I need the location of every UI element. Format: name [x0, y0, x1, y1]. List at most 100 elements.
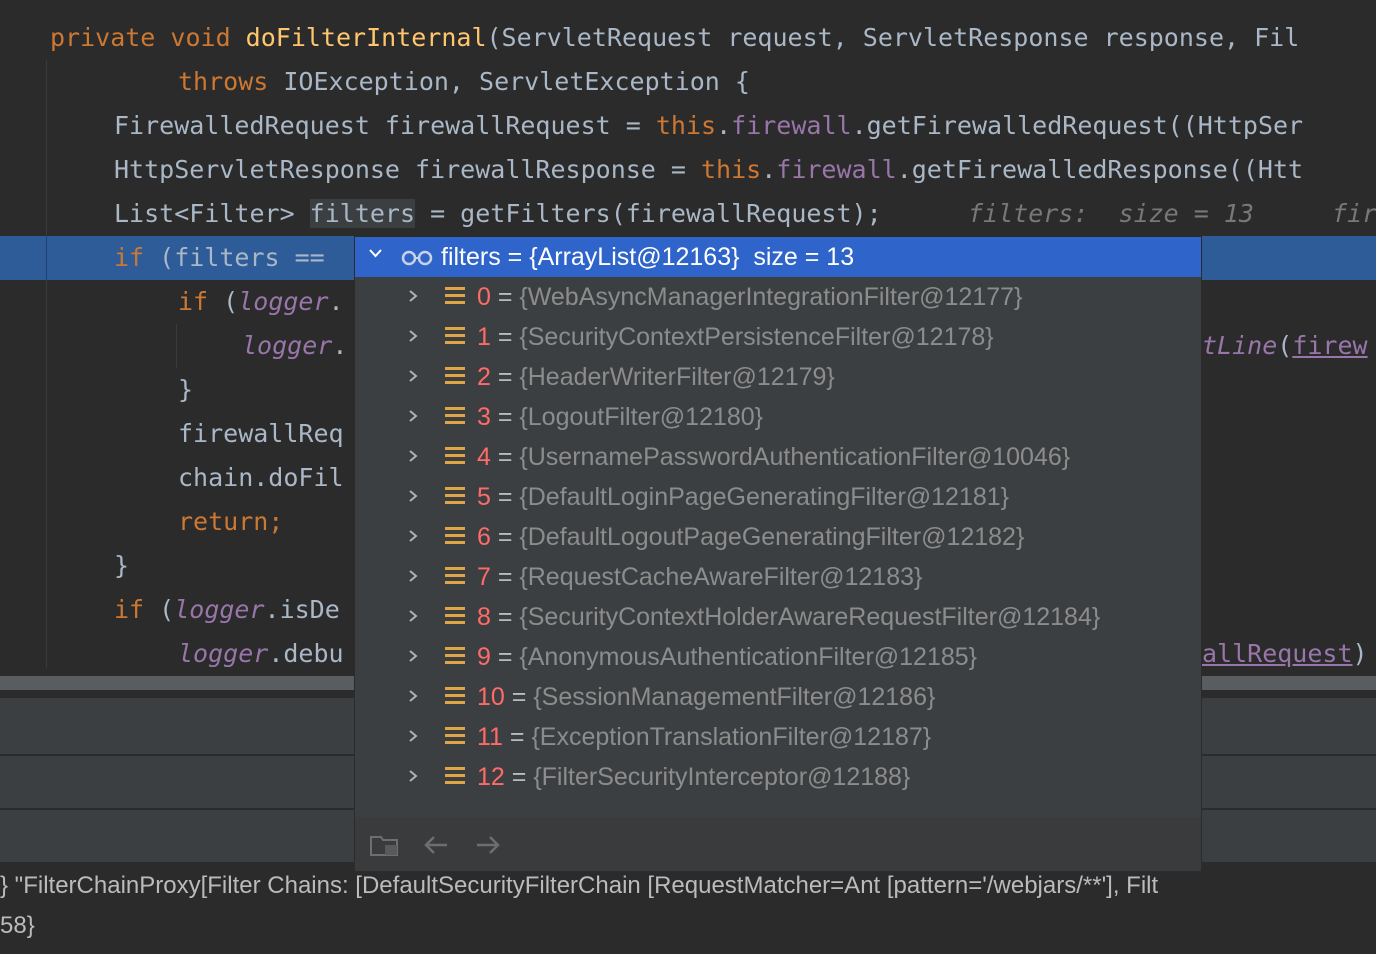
code-line-7: if (logger. [178, 287, 344, 316]
variable-tree-row[interactable]: 10 = {SessionManagementFilter@12186} [355, 677, 1201, 717]
item-value: {SessionManagementFilter@12186} [533, 683, 936, 711]
code-line-1: private void doFilterInternal(ServletReq… [50, 23, 1300, 52]
field-icon [445, 526, 465, 546]
field-icon [445, 686, 465, 706]
item-value: {FilterSecurityInterceptor@12188} [533, 763, 911, 791]
chevron-right-icon[interactable] [407, 530, 419, 542]
chevron-right-icon[interactable] [407, 690, 419, 702]
item-value: {HeaderWriterFilter@12179} [519, 363, 835, 391]
code-line-14: if (logger.isDe [114, 595, 340, 624]
filters-variable[interactable]: filters [309, 199, 416, 228]
field-icon [445, 286, 465, 306]
variable-entry-text: 9 = {AnonymousAuthenticationFilter@12185… [477, 643, 978, 671]
variable-tree-row[interactable]: 9 = {AnonymousAuthenticationFilter@12185… [355, 637, 1201, 677]
item-index: 6 [477, 523, 491, 551]
item-index: 10 [477, 683, 505, 711]
field-icon [445, 406, 465, 426]
variable-tree-row[interactable]: 12 = {FilterSecurityInterceptor@12188} [355, 757, 1201, 797]
item-value: {SecurityContextPersistenceFilter@12178} [519, 323, 994, 351]
item-index: 11 [477, 723, 503, 751]
item-index: 4 [477, 443, 491, 471]
variable-tree-row[interactable]: 5 = {DefaultLoginPageGeneratingFilter@12… [355, 477, 1201, 517]
item-index: 7 [477, 563, 491, 591]
code-line-3: FirewalledRequest firewallRequest = this… [114, 111, 1304, 140]
code-line-8-right: tLine(firew [1202, 331, 1368, 360]
chevron-right-icon[interactable] [407, 330, 419, 342]
indent-guide [176, 324, 177, 368]
variable-tree-row[interactable]: 8 = {SecurityContextHolderAwareRequestFi… [355, 597, 1201, 637]
code-line-4: HttpServletResponse firewallResponse = t… [114, 155, 1304, 184]
code-line-2: throws IOException, ServletException { [178, 67, 750, 96]
variable-entry-text: 12 = {FilterSecurityInterceptor@12188} [477, 763, 911, 791]
code-line-10: firewallReq [178, 419, 344, 448]
chevron-right-icon[interactable] [407, 730, 419, 742]
variable-entry-text: 1 = {SecurityContextPersistenceFilter@12… [477, 323, 994, 351]
item-index: 3 [477, 403, 491, 431]
code-line-12: return; [178, 507, 284, 536]
inline-debug-hint-2: fir [1332, 199, 1376, 228]
variable-entry-text: 0 = {WebAsyncManagerIntegrationFilter@12… [477, 283, 1023, 311]
back-arrow-icon[interactable] [421, 831, 451, 859]
chevron-right-icon[interactable] [407, 290, 419, 302]
indent-guide [46, 60, 47, 668]
code-line-15-right: allRequest) [1202, 639, 1368, 668]
debug-variable-popup[interactable]: filters = {ArrayList@12163} size = 13 0 … [354, 236, 1202, 872]
field-icon [445, 486, 465, 506]
inline-debug-hint: filters: size = 13 [968, 199, 1254, 228]
chevron-right-icon[interactable] [407, 490, 419, 502]
popup-header-row[interactable]: filters = {ArrayList@12163} size = 13 [355, 237, 1201, 277]
variable-entry-text: 5 = {DefaultLoginPageGeneratingFilter@12… [477, 483, 1010, 511]
chevron-right-icon[interactable] [407, 770, 419, 782]
popup-footer [355, 817, 1201, 871]
watch-glasses-icon [401, 250, 433, 266]
variable-entry-text: 3 = {LogoutFilter@12180} [477, 403, 764, 431]
item-value: {SecurityContextHolderAwareRequestFilter… [519, 603, 1101, 631]
variable-tree-row[interactable]: 7 = {RequestCacheAwareFilter@12183} [355, 557, 1201, 597]
item-index: 8 [477, 603, 491, 631]
variable-tree-row[interactable]: 0 = {WebAsyncManagerIntegrationFilter@12… [355, 277, 1201, 317]
variable-tree-row[interactable]: 2 = {HeaderWriterFilter@12179} [355, 357, 1201, 397]
variable-entry-text: 11 = {ExceptionTranslationFilter@12187} [477, 723, 932, 751]
code-line-9: } [178, 375, 194, 404]
chevron-down-icon[interactable] [369, 247, 382, 260]
chevron-right-icon[interactable] [407, 650, 419, 662]
variable-entry-text: 7 = {RequestCacheAwareFilter@12183} [477, 563, 923, 591]
variable-entry-text: 4 = {UsernamePasswordAuthenticationFilte… [477, 443, 1071, 471]
item-value: {LogoutFilter@12180} [519, 403, 764, 431]
item-index: 1 [477, 323, 491, 351]
field-icon [445, 446, 465, 466]
field-icon [445, 326, 465, 346]
item-value: {DefaultLoginPageGeneratingFilter@12181} [519, 483, 1010, 511]
variable-tree-row[interactable]: 3 = {LogoutFilter@12180} [355, 397, 1201, 437]
chevron-right-icon[interactable] [407, 410, 419, 422]
item-value: {UsernamePasswordAuthenticationFilter@10… [519, 443, 1071, 471]
field-icon [445, 606, 465, 626]
field-icon [445, 726, 465, 746]
item-index: 12 [477, 763, 505, 791]
chevron-right-icon[interactable] [407, 570, 419, 582]
item-value: {WebAsyncManagerIntegrationFilter@12177} [519, 283, 1023, 311]
code-line-13: } [114, 551, 130, 580]
item-value: {DefaultLogoutPageGeneratingFilter@12182… [519, 523, 1025, 551]
variable-tree-row[interactable]: 6 = {DefaultLogoutPageGeneratingFilter@1… [355, 517, 1201, 557]
item-index: 2 [477, 363, 491, 391]
chevron-right-icon[interactable] [407, 610, 419, 622]
chevron-right-icon[interactable] [407, 370, 419, 382]
open-in-tree-icon[interactable] [369, 831, 401, 859]
variable-entry-text: 6 = {DefaultLogoutPageGeneratingFilter@1… [477, 523, 1025, 551]
item-value: {ExceptionTranslationFilter@12187} [531, 723, 932, 751]
code-line-6: if (filters == [114, 243, 340, 272]
item-value: {RequestCacheAwareFilter@12183} [519, 563, 923, 591]
field-icon [445, 566, 465, 586]
variable-tree-row[interactable]: 1 = {SecurityContextPersistenceFilter@12… [355, 317, 1201, 357]
variable-tree-row[interactable]: 4 = {UsernamePasswordAuthenticationFilte… [355, 437, 1201, 477]
item-value: {AnonymousAuthenticationFilter@12185} [519, 643, 978, 671]
variable-tree-row[interactable]: 11 = {ExceptionTranslationFilter@12187} [355, 717, 1201, 757]
chevron-right-icon[interactable] [407, 450, 419, 462]
console-output-line-2: 58} [0, 912, 35, 939]
variable-entry-text: 8 = {SecurityContextHolderAwareRequestFi… [477, 603, 1101, 631]
field-icon [445, 766, 465, 786]
code-line-11: chain.doFil [178, 463, 344, 492]
field-icon [445, 646, 465, 666]
forward-arrow-icon[interactable] [473, 831, 503, 859]
